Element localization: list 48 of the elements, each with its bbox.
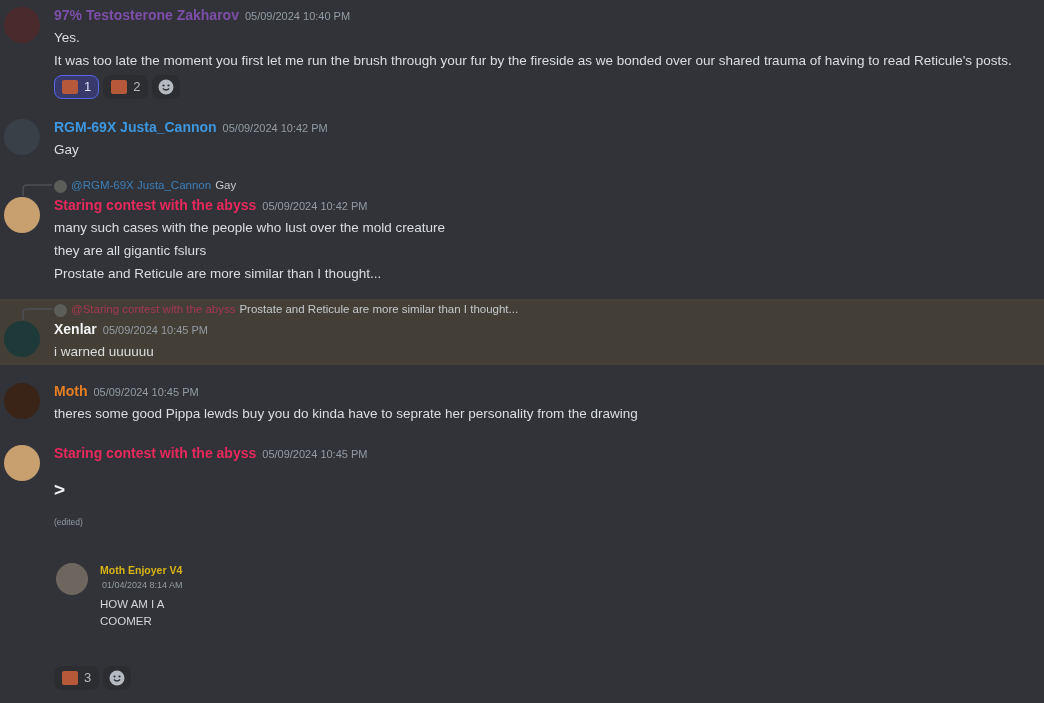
message-text: Yes. (54, 29, 81, 47)
reply-author[interactable]: @RGM-69X Justa_Cannon (71, 177, 212, 195)
avatar (4, 7, 40, 43)
timestamp: 05/09/2024 10:40 PM (244, 10, 351, 22)
avatar (4, 321, 40, 357)
edited-label: (edited) (54, 516, 84, 529)
timestamp: 05/09/2024 10:42 PM (262, 200, 368, 212)
timestamp: 05/09/2024 10:42 PM (222, 122, 328, 134)
emoji-image (62, 671, 78, 685)
username[interactable]: Staring contest with the abyss (54, 197, 257, 213)
avatar (4, 197, 40, 233)
message-text: HOW AM I A (100, 597, 166, 612)
reply-text[interactable]: Gay (215, 177, 237, 195)
username[interactable]: Staring contest with the abyss (54, 445, 257, 461)
reply-spine (22, 184, 52, 196)
username[interactable]: RGM-69X Justa_Cannon (54, 119, 217, 135)
reaction-button[interactable]: 2 (103, 75, 149, 99)
reply-spine (22, 308, 52, 320)
timestamp: 05/09/2024 10:45 PM (93, 386, 199, 398)
emoji-image (111, 80, 128, 94)
smiley-icon (109, 670, 126, 686)
message-text: many such cases with the people who lust over the mold creature (54, 219, 446, 237)
message-text: theres some good Pippa lewds buy you do kinda have to seprate her personality from the drawing (54, 405, 638, 423)
message-text: they are all gigantic fslurs (54, 242, 208, 260)
message-heading: > (54, 478, 67, 502)
message-text: Gay (54, 141, 80, 159)
message-text: COOMER (100, 614, 153, 629)
emoji-image (62, 80, 78, 94)
username: Moth Enjoyer V4 (100, 562, 183, 578)
avatar (4, 383, 40, 419)
avatar (56, 562, 88, 595)
avatar (4, 445, 40, 481)
username[interactable]: Xenlar (54, 321, 97, 337)
reaction-button[interactable]: 1 (54, 75, 100, 99)
timestamp: 05/09/2024 10:45 PM (262, 448, 368, 460)
timestamp: 01/04/2024 8:14 AM (102, 578, 183, 592)
reply-text[interactable]: Prostate and Reticule are more similar than I thought... (239, 301, 519, 319)
timestamp: 05/09/2024 10:45 PM (102, 324, 208, 336)
username[interactable]: Moth (54, 383, 88, 399)
reaction-button[interactable]: 3 (54, 666, 100, 690)
add-reaction-button[interactable] (103, 666, 132, 690)
message-text: Prostate and Reticule are more similar than I thought... (54, 265, 383, 283)
message-text: It was too late the moment you first let me run the brush through your fur by the fireside as we bonded over our shared trauma of having to read Reticule's posts. (54, 52, 1012, 70)
reply-avatar (54, 303, 67, 317)
smiley-icon (158, 79, 175, 95)
message-text: i warned uuuuuu (54, 343, 155, 361)
reply-avatar (54, 179, 67, 193)
add-reaction-button[interactable] (152, 75, 181, 99)
